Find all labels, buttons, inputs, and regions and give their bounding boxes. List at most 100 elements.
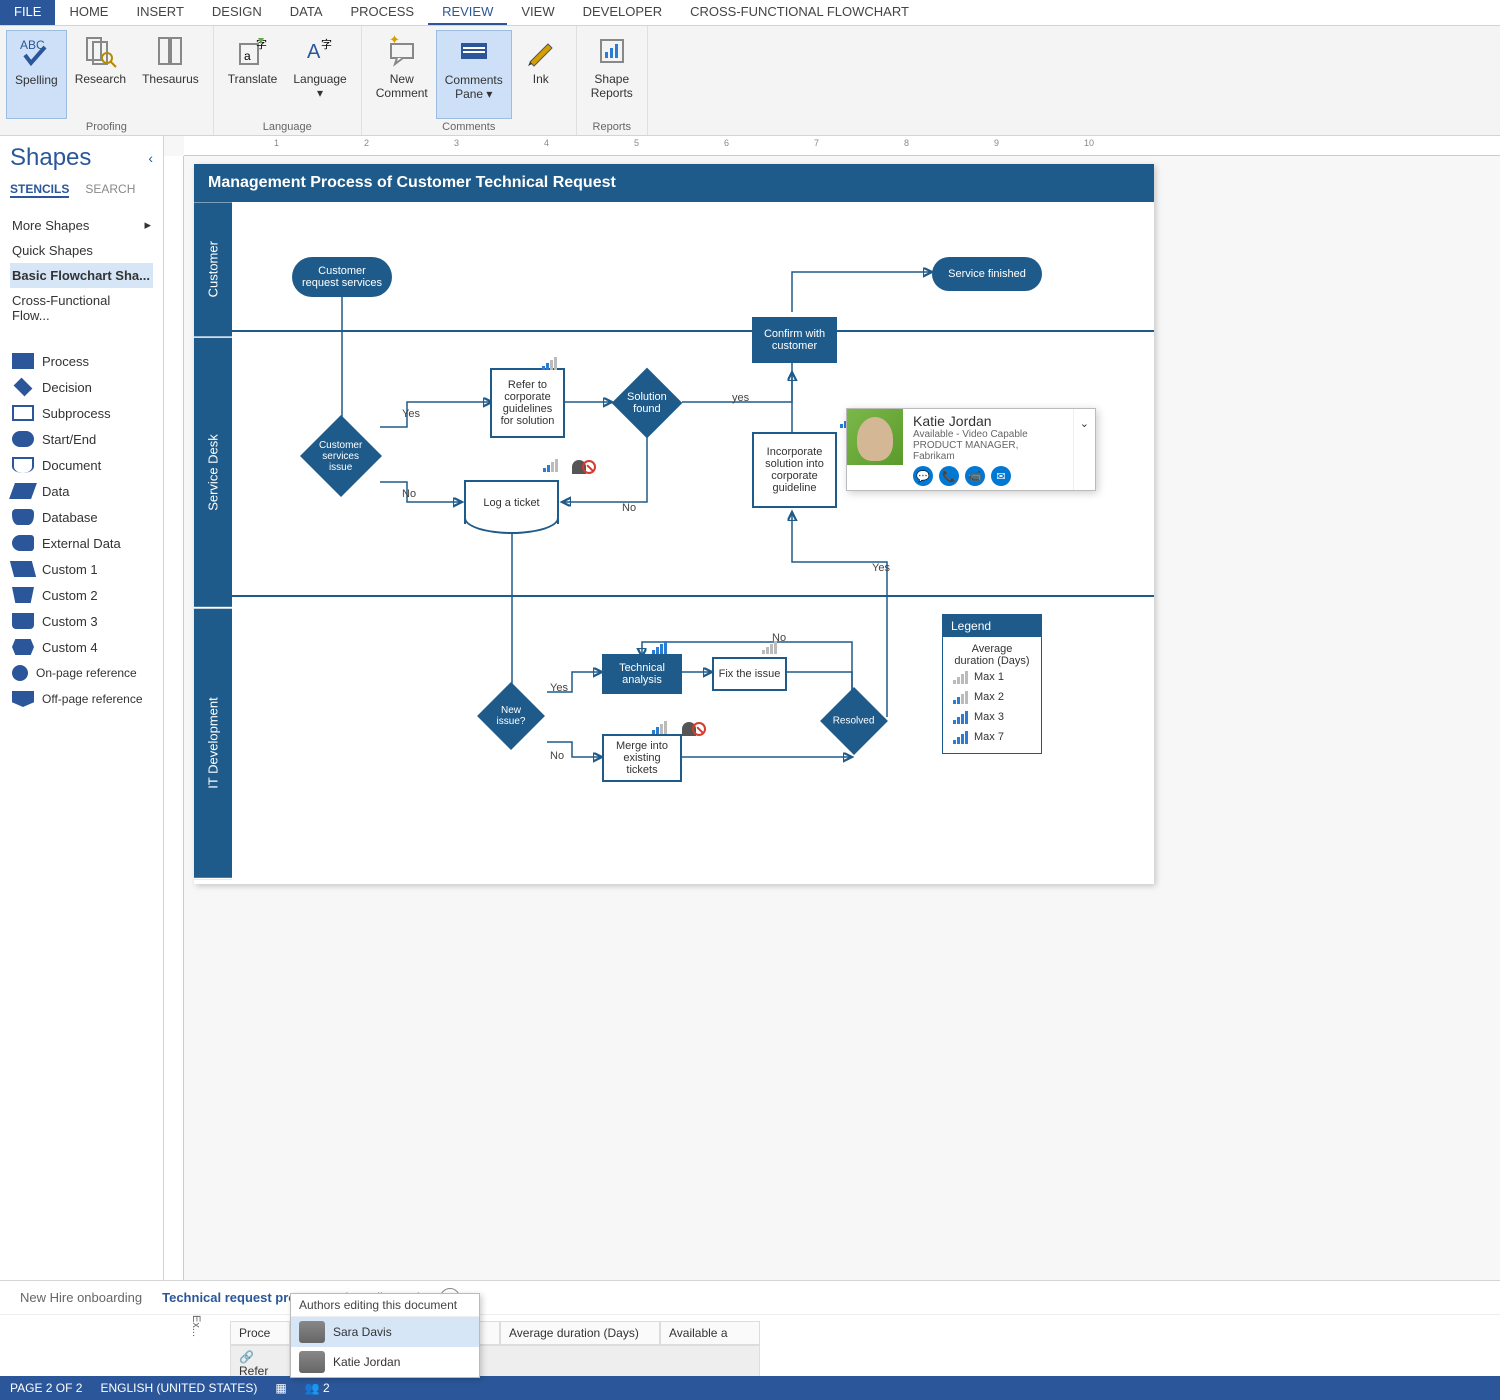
shape-database[interactable]: Database <box>10 504 153 530</box>
svg-text:a: a <box>244 49 251 63</box>
status-bar: PAGE 2 OF 2 ENGLISH (UNITED STATES) ▦ 👥 … <box>0 1376 1500 1400</box>
comments-pane-button[interactable]: CommentsPane ▾ <box>436 30 512 119</box>
shape-custom2[interactable]: Custom 2 <box>10 582 153 608</box>
edge-no2: No <box>622 502 636 514</box>
page-tabs: New Hire onboarding Technical request pr… <box>0 1280 1500 1314</box>
node-service-finished[interactable]: Service finished <box>932 257 1042 291</box>
research-button[interactable]: Research <box>67 30 134 119</box>
new-comment-button[interactable]: ✦ NewComment <box>368 30 436 119</box>
swimlanes: Customer Service Desk IT Development <box>194 202 1154 880</box>
ribbon-tabs: FILE HOME INSERT DESIGN DATA PROCESS REV… <box>0 0 1500 26</box>
translate-button[interactable]: a字 Translate <box>220 30 286 119</box>
legend[interactable]: Legend Averageduration (Days) Max 1 Max … <box>942 614 1042 754</box>
video-icon[interactable]: 📹 <box>965 466 985 486</box>
node-log-ticket[interactable]: Log a ticket <box>464 480 559 524</box>
svg-text:字: 字 <box>321 37 332 51</box>
svg-text:A: A <box>307 41 321 63</box>
tab-design[interactable]: DESIGN <box>198 0 276 25</box>
shape-custom3[interactable]: Custom 3 <box>10 608 153 634</box>
comments-group-label: Comments <box>368 119 570 133</box>
shape-process[interactable]: Process <box>10 348 153 374</box>
node-tech-analysis[interactable]: Technical analysis <box>602 654 682 694</box>
lane-itdev[interactable]: IT Development <box>194 609 232 880</box>
stencils-tab[interactable]: STENCILS <box>10 182 69 198</box>
thesaurus-button[interactable]: Thesaurus <box>134 30 207 119</box>
external-data-bar: Ex... Proce s number Average duration (D… <box>0 1314 1500 1370</box>
tab-developer[interactable]: DEVELOPER <box>569 0 676 25</box>
reports-group-label: Reports <box>583 119 641 133</box>
more-shapes[interactable]: More Shapes ▸ <box>10 212 153 238</box>
shape-startend[interactable]: Start/End <box>10 426 153 452</box>
shape-custom4[interactable]: Custom 4 <box>10 634 153 660</box>
tab-process[interactable]: PROCESS <box>337 0 429 25</box>
language-button[interactable]: A字 Language▾ <box>285 30 354 119</box>
shape-custom1[interactable]: Custom 1 <box>10 556 153 582</box>
page-tab-1[interactable]: New Hire onboarding <box>20 1290 142 1305</box>
ext-cell[interactable]: Proce <box>230 1321 290 1345</box>
mail-icon[interactable]: ✉ <box>991 466 1011 486</box>
shape-offpageref[interactable]: Off-page reference <box>10 686 153 712</box>
avatar <box>847 409 903 465</box>
shape-onpageref[interactable]: On-page reference <box>10 660 153 686</box>
coauthors-indicator[interactable]: 👥 2 <box>305 1381 330 1395</box>
busy-author-icon <box>572 460 596 474</box>
thesaurus-label: Thesaurus <box>142 72 199 86</box>
author-row[interactable]: Katie Jordan <box>291 1347 479 1377</box>
page-indicator[interactable]: PAGE 2 OF 2 <box>10 1381 82 1395</box>
node-merge[interactable]: Merge into existing tickets <box>602 734 682 782</box>
basic-flowchart-shapes[interactable]: Basic Flowchart Sha... <box>10 263 153 288</box>
ext-col[interactable]: Average duration (Days) <box>500 1321 660 1345</box>
search-tab[interactable]: SEARCH <box>85 182 135 198</box>
new-comment-icon: ✦ <box>385 34 419 68</box>
shape-data[interactable]: Data <box>10 478 153 504</box>
collapse-icon[interactable]: ‹ <box>148 150 153 166</box>
im-icon[interactable]: 💬 <box>913 466 933 486</box>
shape-decision[interactable]: Decision <box>10 374 153 400</box>
tab-file[interactable]: FILE <box>0 0 55 25</box>
ext-col[interactable]: Available a <box>660 1321 760 1345</box>
macro-icon[interactable]: ▦ <box>275 1381 286 1395</box>
tab-home[interactable]: HOME <box>55 0 122 25</box>
contact-status: Available - Video Capable <box>913 429 1063 440</box>
node-refer[interactable]: Refer to corporate guidelines for soluti… <box>490 368 565 438</box>
expand-contact-icon[interactable]: ⌄ <box>1073 409 1095 490</box>
ruler-vertical <box>164 156 184 1280</box>
ink-button[interactable]: Ink <box>512 30 570 119</box>
lane-customer[interactable]: Customer <box>194 202 232 338</box>
tab-view[interactable]: VIEW <box>507 0 568 25</box>
shape-document[interactable]: Document <box>10 452 153 478</box>
shapes-tabs: STENCILS SEARCH <box>10 182 153 198</box>
research-label: Research <box>75 72 126 86</box>
tab-data[interactable]: DATA <box>276 0 337 25</box>
lane-servicedesk[interactable]: Service Desk <box>194 338 232 609</box>
author-row[interactable]: Sara Davis <box>291 1317 479 1347</box>
shape-subprocess[interactable]: Subprocess <box>10 400 153 426</box>
contact-card[interactable]: Katie Jordan Available - Video Capable P… <box>846 408 1096 491</box>
research-icon <box>83 34 117 68</box>
data-graphic-icon <box>543 458 558 472</box>
shape-externaldata[interactable]: External Data <box>10 530 153 556</box>
ruler-horizontal: 12345678910 <box>184 136 1500 156</box>
page[interactable]: Management Process of Customer Technical… <box>194 164 1154 884</box>
crossfunc-shapes[interactable]: Cross-Functional Flow... <box>10 288 153 328</box>
shape-reports-button[interactable]: ShapeReports <box>583 30 641 119</box>
node-fix-issue[interactable]: Fix the issue <box>712 657 787 691</box>
stencil-nav: More Shapes ▸ Quick Shapes Basic Flowcha… <box>10 212 153 328</box>
node-confirm[interactable]: Confirm with customer <box>752 317 837 363</box>
ext-data-toggle[interactable]: Ex... <box>190 1315 202 1337</box>
node-incorporate[interactable]: Incorporate solution into corporate guid… <box>752 432 837 508</box>
tab-review[interactable]: REVIEW <box>428 0 507 25</box>
language-indicator[interactable]: ENGLISH (UNITED STATES) <box>100 1381 257 1395</box>
translate-label: Translate <box>228 72 278 86</box>
shapes-title: Shapes ‹ <box>10 144 153 172</box>
data-graphic-icon <box>542 356 557 370</box>
data-graphic-icon <box>762 640 777 654</box>
tab-crossfunc[interactable]: CROSS-FUNCTIONAL FLOWCHART <box>676 0 923 25</box>
quick-shapes[interactable]: Quick Shapes <box>10 238 153 263</box>
node-customer-request[interactable]: Customer request services <box>292 257 392 297</box>
call-icon[interactable]: 📞 <box>939 466 959 486</box>
spelling-button[interactable]: ABC Spelling <box>6 30 67 119</box>
tab-insert[interactable]: INSERT <box>122 0 197 25</box>
language-label: Language <box>293 72 346 86</box>
canvas[interactable]: 12345678910 Management Process of Custom… <box>164 136 1500 1280</box>
